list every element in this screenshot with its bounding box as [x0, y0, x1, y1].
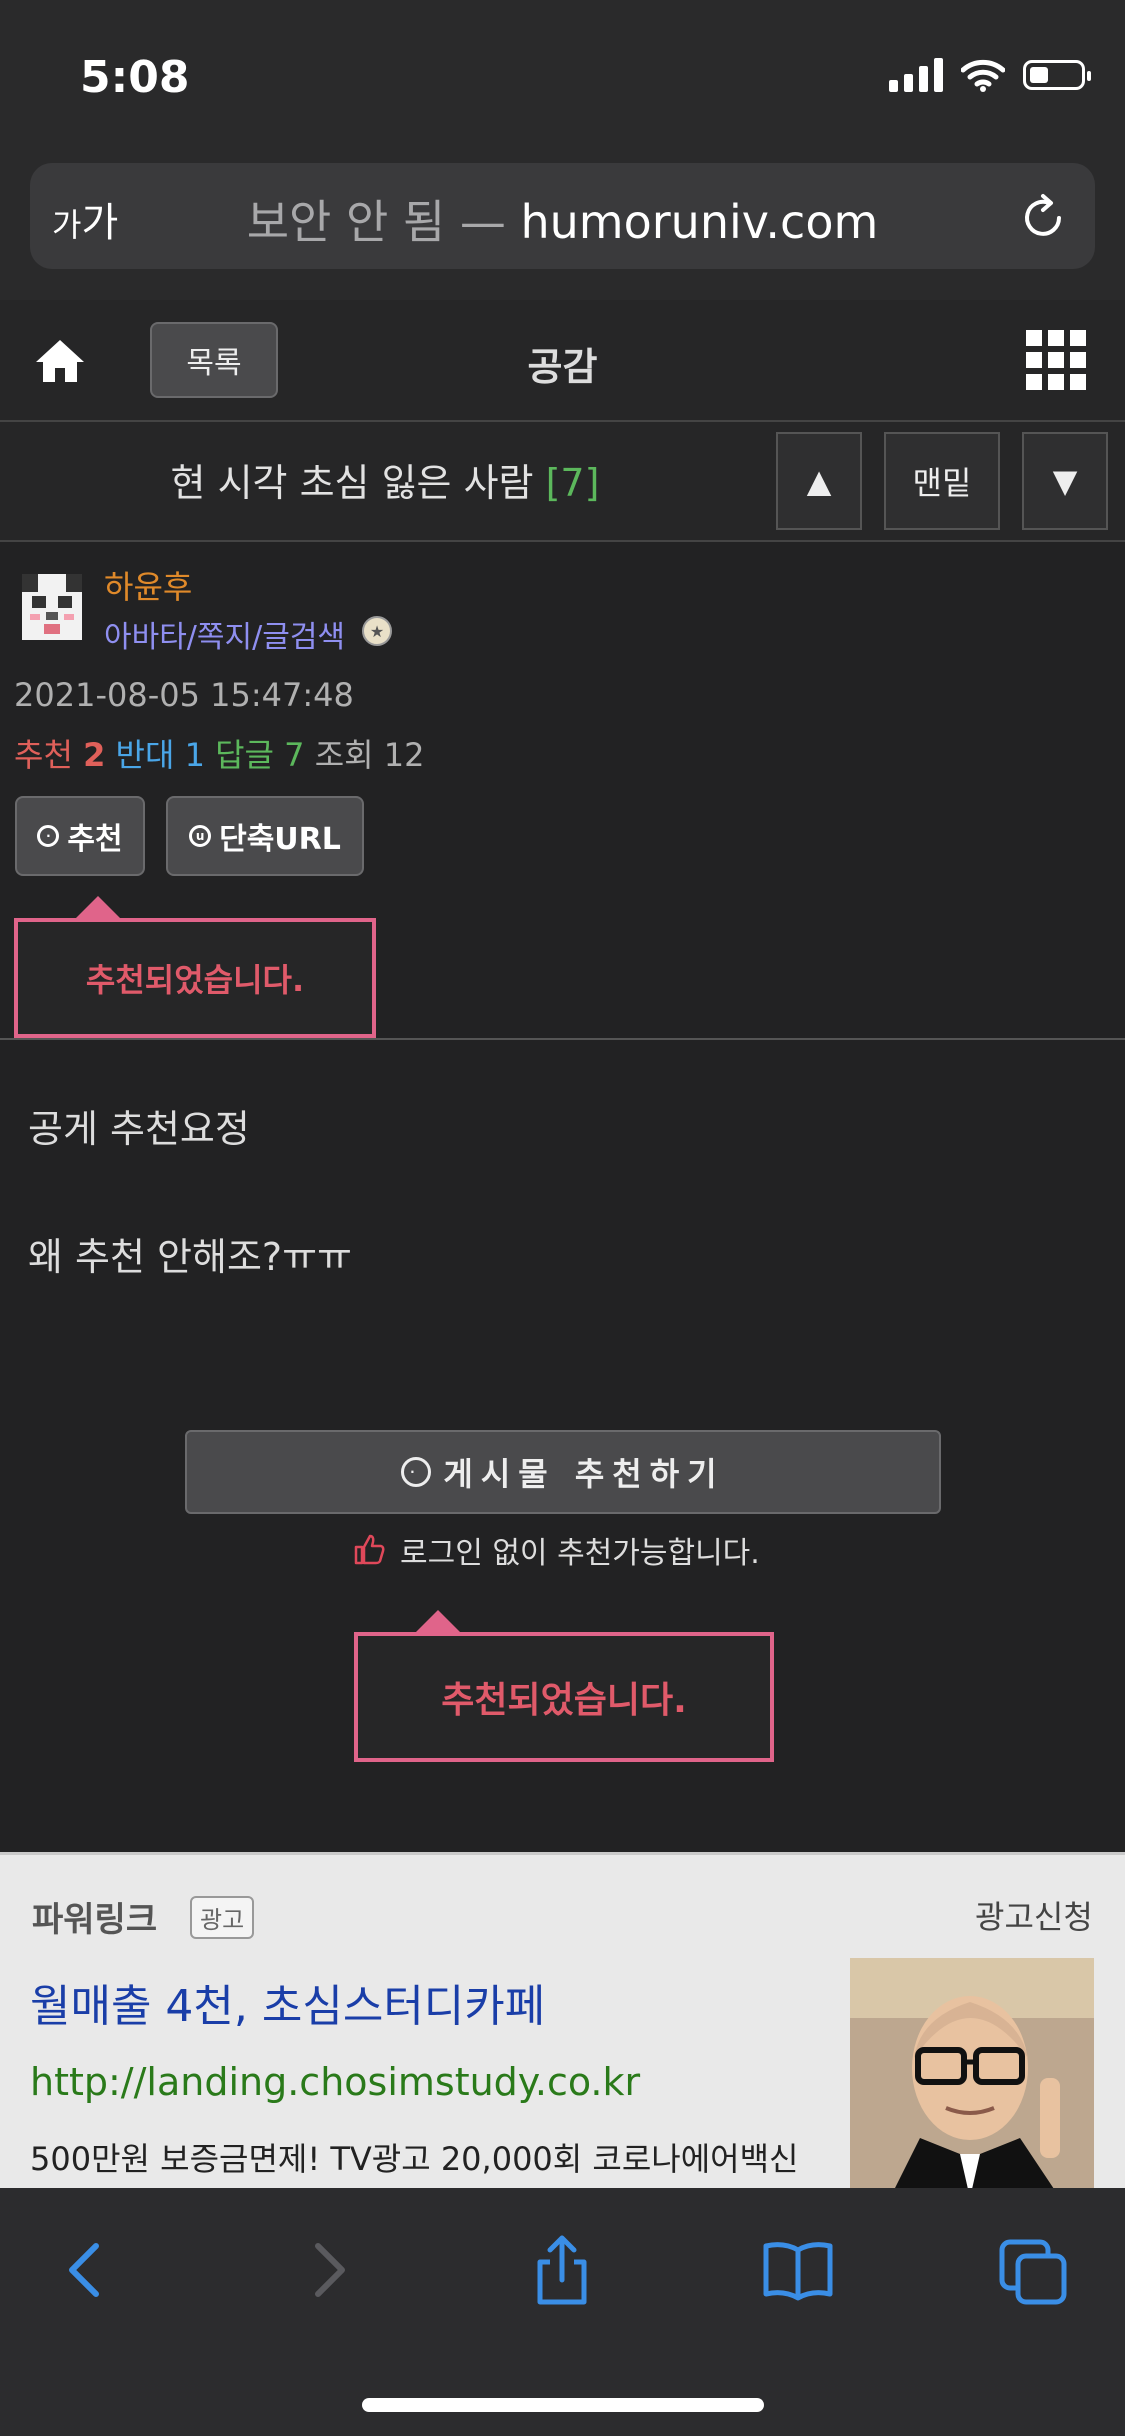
- reload-icon[interactable]: [1015, 190, 1071, 246]
- no-login-note: 로그인 없이 추천가능합니다.: [400, 1536, 760, 1571]
- bookmarks-icon[interactable]: [760, 2232, 836, 2308]
- back-icon[interactable]: [48, 2232, 124, 2308]
- forward-icon[interactable]: [290, 2232, 366, 2308]
- ad-brand: 파워링크: [32, 1900, 158, 1940]
- circle-icon: ·: [401, 1457, 432, 1487]
- tabs-icon[interactable]: [996, 2232, 1072, 2308]
- author-name[interactable]: 하윤후: [104, 562, 192, 608]
- tooltip-arrow: [414, 1610, 462, 1634]
- battery-icon: [1023, 60, 1091, 90]
- post-date: 2021-08-05 15:47:48: [14, 676, 354, 714]
- circle-icon: ·: [37, 825, 60, 847]
- down-button[interactable]: ▼: [1022, 432, 1108, 530]
- ad-request-link[interactable]: 광고신청: [975, 1892, 1093, 1938]
- home-indicator: [362, 2398, 764, 2412]
- bottom-button[interactable]: 맨밑: [884, 432, 1000, 530]
- post-body-line: 왜 추천 안해조?ㅠㅠ: [28, 1235, 353, 1279]
- insecure-label: 보안 안 됨 —: [246, 195, 506, 249]
- u-circle-icon: u: [189, 825, 212, 847]
- ad-description: 500만원 보증금면제! TV광고 20,000회 코로나에어백신: [30, 2140, 799, 2178]
- thumbs-up-icon: [354, 1534, 385, 1565]
- level-badge-icon: ★: [362, 616, 392, 646]
- recommended-tooltip: 추천되었습니다.: [354, 1632, 774, 1762]
- avatar[interactable]: [16, 566, 88, 646]
- recommended-tooltip: 추천되었습니다.: [14, 918, 376, 1038]
- url-text[interactable]: 보안 안 됨 — humoruniv.com: [0, 186, 1125, 252]
- comment-count: [7]: [545, 461, 600, 505]
- post-stats: 추천 2 반대 1 답글 7 조회 12: [14, 736, 425, 774]
- divider: [0, 1038, 1125, 1040]
- post-title: 현 시각 초심 잃은 사람 [7]: [170, 461, 600, 505]
- signal-icon: [889, 58, 943, 92]
- recommend-button[interactable]: · 추천: [15, 796, 145, 876]
- clock: 5:08: [80, 52, 190, 103]
- ad-tag: 광고: [190, 1896, 255, 1939]
- short-url-button[interactable]: u 단축URL: [166, 796, 364, 876]
- author-links[interactable]: 아바타/쪽지/글검색: [104, 612, 345, 656]
- share-icon[interactable]: [524, 2232, 600, 2308]
- tooltip-arrow: [74, 896, 122, 920]
- grid-menu-icon[interactable]: [1026, 330, 1086, 390]
- status-icons: [889, 58, 1091, 92]
- domain: humoruniv.com: [520, 195, 879, 249]
- ad-headline[interactable]: 월매출 4천, 초심스터디카페: [30, 1970, 545, 2034]
- board-title: 공감: [527, 345, 598, 389]
- recommend-post-button[interactable]: · 게시물 추천하기: [185, 1430, 941, 1514]
- up-button[interactable]: ▲: [776, 432, 862, 530]
- ad-image[interactable]: [850, 1958, 1094, 2198]
- ad-url[interactable]: http://landing.chosimstudy.co.kr: [30, 2060, 640, 2104]
- post-body-line: 공게 추천요정: [28, 1107, 250, 1151]
- wifi-icon: [961, 59, 1005, 92]
